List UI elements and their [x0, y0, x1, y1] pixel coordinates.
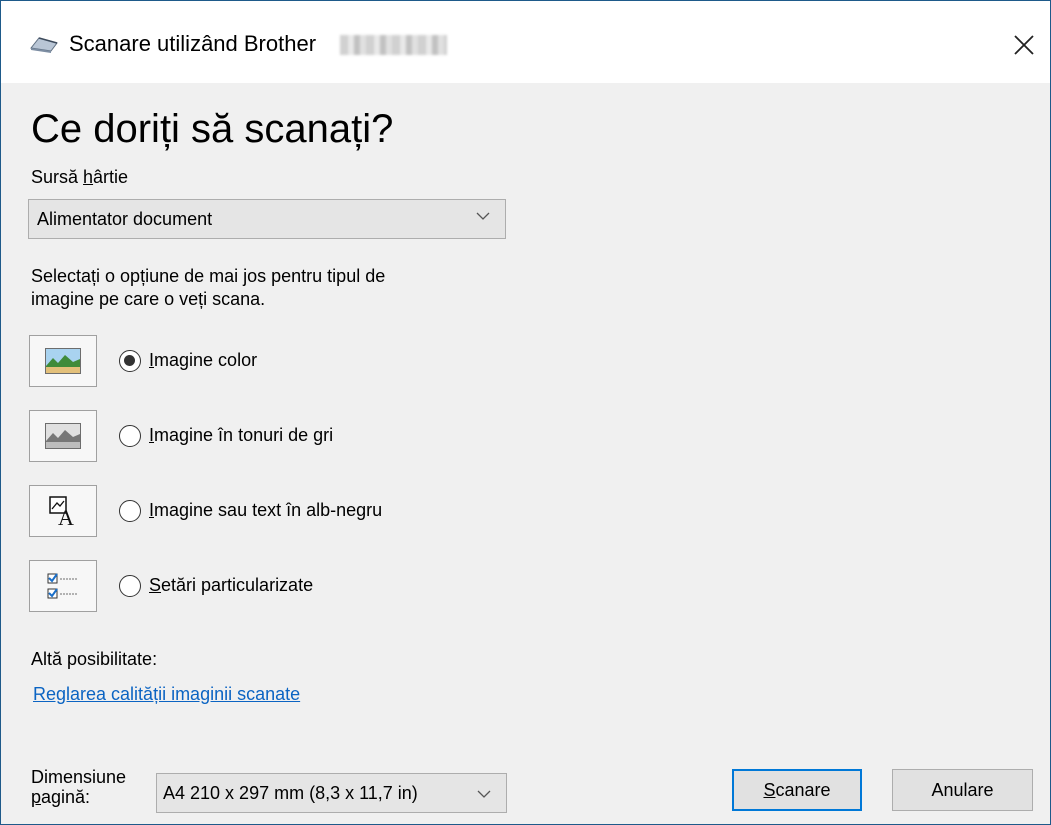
scanner-icon: [30, 37, 58, 53]
black-white-button[interactable]: A: [29, 485, 97, 537]
option-color: Imagine color: [29, 335, 257, 387]
page-title: Ce doriți să scanați?: [31, 107, 394, 151]
option-custom-label[interactable]: Setări particularizate: [149, 575, 313, 596]
option-grayscale: Imagine în tonuri de gri: [29, 410, 333, 462]
paper-source-dropdown[interactable]: Alimentator document: [28, 199, 506, 239]
svg-text:A: A: [58, 505, 74, 528]
custom-settings-button[interactable]: [29, 560, 97, 612]
option-black-white-label[interactable]: Imagine sau text în alb-negru: [149, 500, 382, 521]
page-size-dropdown[interactable]: A4 210 x 297 mm (8,3 x 11,7 in): [156, 773, 507, 813]
paper-source-label: Sursă hârtie: [31, 167, 129, 187]
radio-black-white[interactable]: [119, 500, 141, 522]
instruction-line-2: imagine pe care o veți scana.: [31, 289, 266, 309]
color-photo-icon: [45, 348, 81, 374]
adjust-quality-link[interactable]: Reglarea calității imaginii scanate: [33, 684, 300, 705]
radio-grayscale[interactable]: [119, 425, 141, 447]
radio-custom[interactable]: [119, 575, 141, 597]
title-bar: Scanare utilizând Brother: [1, 1, 1050, 83]
radio-color[interactable]: [119, 350, 141, 372]
cancel-button[interactable]: Anulare: [892, 769, 1033, 811]
scan-button[interactable]: Scanare: [732, 769, 862, 811]
option-black-white: A Imagine sau text în alb-negru: [29, 485, 382, 537]
redacted-model-name: [340, 35, 447, 55]
grayscale-photo-button[interactable]: [29, 410, 97, 462]
chevron-down-icon: [476, 212, 490, 220]
other-option-label: Altă posibilitate:: [31, 649, 158, 669]
grayscale-photo-icon: [45, 423, 81, 449]
custom-settings-icon: [47, 573, 77, 599]
option-color-label[interactable]: Imagine color: [149, 350, 257, 371]
scan-dialog: Scanare utilizând Brother Ce doriți să s…: [0, 0, 1051, 825]
option-custom: Setări particularizate: [29, 560, 313, 612]
close-button[interactable]: [998, 15, 1050, 75]
page-size-value: A4 210 x 297 mm (8,3 x 11,7 in): [163, 782, 418, 803]
close-icon: [1014, 35, 1034, 55]
option-grayscale-label[interactable]: Imagine în tonuri de gri: [149, 425, 333, 446]
paper-source-value: Alimentator document: [37, 208, 213, 229]
black-white-icon: A: [49, 496, 74, 528]
color-photo-button[interactable]: [29, 335, 97, 387]
page-size-label-line2: pagină:: [31, 787, 91, 807]
window-title: Scanare utilizând Brother: [69, 31, 317, 56]
chevron-down-icon: [477, 790, 491, 798]
page-size-label: Dimensiune pagină:: [31, 767, 127, 807]
instruction-line-1: Selectați o opțiune de mai jos pentru ti…: [31, 266, 386, 286]
